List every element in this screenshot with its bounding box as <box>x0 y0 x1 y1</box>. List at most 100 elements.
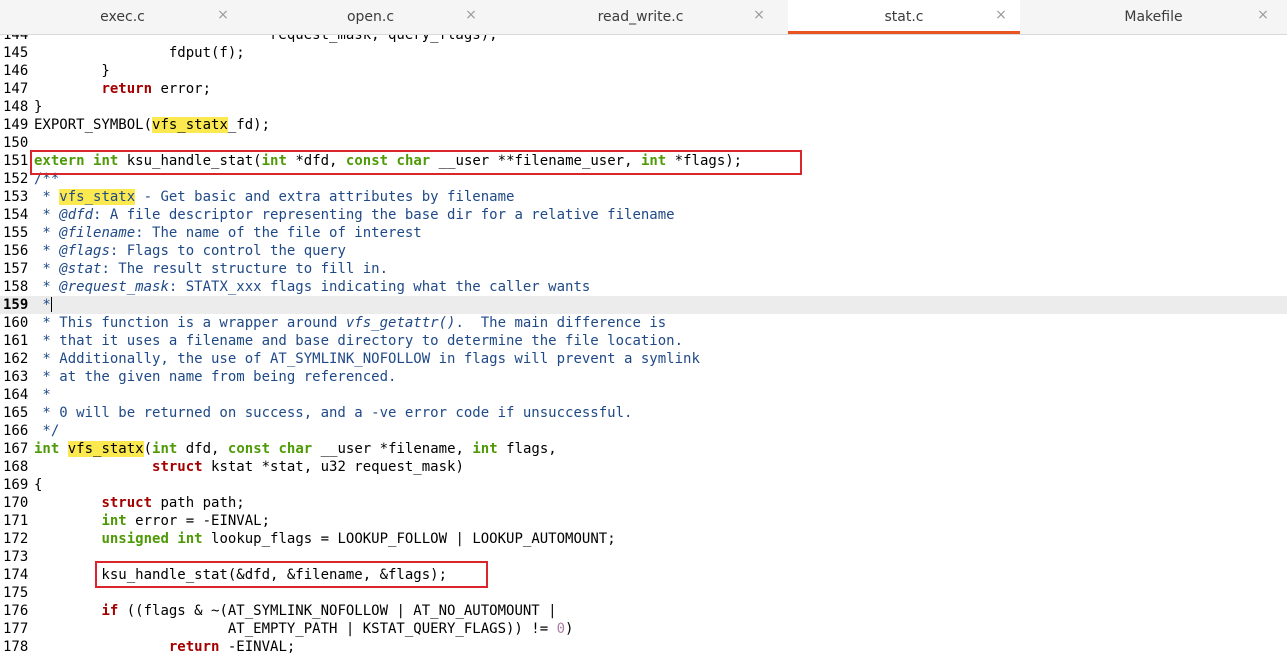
line-code: int error = -EINVAL; <box>34 512 270 530</box>
text-cursor <box>50 297 52 312</box>
code-token: @request_mask <box>59 279 169 295</box>
code-token: extern <box>34 153 85 169</box>
line-number: 163 <box>3 369 29 385</box>
code-line[interactable]: 162 * Additionally, the use of AT_SYMLIN… <box>0 350 1287 368</box>
code-line[interactable]: 145 fdput(f); <box>0 44 1287 62</box>
code-line[interactable]: 147 return error; <box>0 80 1287 98</box>
tab-exec-c[interactable]: exec.c × <box>0 0 245 34</box>
close-icon[interactable]: × <box>994 8 1008 22</box>
code-line[interactable]: 169 { <box>0 476 1287 494</box>
code-line[interactable]: 146 } <box>0 62 1287 80</box>
code-line[interactable]: 144 request_mask, query_flags); <box>0 35 1287 44</box>
code-line[interactable]: 164 * <box>0 386 1287 404</box>
code-line[interactable]: 152 /** <box>0 170 1287 188</box>
close-icon[interactable]: × <box>752 8 766 22</box>
tab-makefile[interactable]: Makefile × <box>1020 0 1287 34</box>
tab-label: stat.c <box>884 9 924 25</box>
line-number: 161 <box>3 333 29 349</box>
code-line[interactable]: 163 * at the given name from being refer… <box>0 368 1287 386</box>
code-line[interactable]: 161 * that it uses a filename and base d… <box>0 332 1287 350</box>
close-icon[interactable]: × <box>216 8 230 22</box>
code-line[interactable]: 174 ksu_handle_stat(&dfd, &filename, &fl… <box>0 566 1287 584</box>
code-line[interactable]: 172 unsigned int lookup_flags = LOOKUP_F… <box>0 530 1287 548</box>
code-line[interactable]: 170 struct path path; <box>0 494 1287 512</box>
code-line[interactable]: 171 int error = -EINVAL; <box>0 512 1287 530</box>
line-number: 146 <box>3 63 29 79</box>
code-token: path path; <box>152 495 245 511</box>
line-code: * vfs_statx - Get basic and extra attrib… <box>34 188 514 206</box>
tab-open-c[interactable]: open.c × <box>247 0 494 34</box>
line-number: 153 <box>3 189 29 205</box>
line-code: * <box>34 296 52 314</box>
code-line[interactable]: 167 int vfs_statx(int dfd, const char __u… <box>0 440 1287 458</box>
code-line[interactable]: 158 * @request_mask: STATX_xxx flags ind… <box>0 278 1287 296</box>
code-token: 0 <box>556 621 566 637</box>
code-token: request_mask, query_flags); <box>34 35 498 43</box>
line-number: 167 <box>3 441 29 457</box>
code-line[interactable]: 160 * This function is a wrapper around … <box>0 314 1287 332</box>
line-number: 175 <box>3 585 29 601</box>
close-icon[interactable]: × <box>464 8 478 22</box>
code-token: unsigned <box>101 531 169 547</box>
code-token: error = -EINVAL; <box>126 513 271 529</box>
code-line[interactable]: 178 return -EINVAL; <box>0 638 1287 656</box>
line-number: 173 <box>3 549 29 565</box>
code-token: if <box>101 603 119 619</box>
code-editor[interactable]: 144 request_mask, query_flags); 145 fdput… <box>0 35 1287 656</box>
close-icon[interactable]: × <box>1256 8 1270 22</box>
line-number: 178 <box>3 639 29 655</box>
tab-label: Makefile <box>1124 9 1183 25</box>
line-number: 164 <box>3 387 29 403</box>
code-token: : Flags to control the query <box>109 243 346 259</box>
code-token: fdput(f); <box>34 45 245 61</box>
tab-read-write-c[interactable]: read_write.c × <box>494 0 787 34</box>
line-code: * that it uses a filename and base direc… <box>34 332 683 350</box>
code-line[interactable]: 176 if ((flags & ~(AT_SYMLINK_NOFOLLOW |… <box>0 602 1287 620</box>
code-line[interactable]: 177 AT_EMPTY_PATH | KSTAT_QUERY_FLAGS)) … <box>0 620 1287 638</box>
code-token: * <box>34 387 51 403</box>
code-line[interactable]: 150 <box>0 134 1287 152</box>
line-code: return -EINVAL; <box>34 638 295 656</box>
code-token: : The name of the file of interest <box>135 225 422 241</box>
code-token: : STATX_xxx flags indicating what the ca… <box>168 279 591 295</box>
code-token: return <box>168 639 220 655</box>
code-line[interactable]: 173 <box>0 548 1287 566</box>
code-line[interactable]: 156 * @flags: Flags to control the query <box>0 242 1287 260</box>
code-token: int <box>101 513 127 529</box>
code-token: __user *filename, <box>312 441 473 457</box>
code-token: - Get basic and extra attributes by file… <box>135 189 515 205</box>
code-token: int <box>261 153 287 169</box>
code-line[interactable]: 154 * @dfd: A file descriptor representi… <box>0 206 1287 224</box>
code-line[interactable]: 151 extern int ksu_handle_stat(int *dfd, … <box>0 152 1287 170</box>
code-line[interactable]: 166 */ <box>0 422 1287 440</box>
code-line[interactable]: 149 EXPORT_SYMBOL(vfs_statx_fd); <box>0 116 1287 134</box>
code-token: * Additionally, the use of AT_SYMLINK_NO… <box>34 351 700 367</box>
code-line[interactable]: 168 struct kstat *stat, u32 request_mask… <box>0 458 1287 476</box>
tab-stat-c[interactable]: stat.c × <box>788 0 1020 34</box>
code-line[interactable]: 175 <box>0 584 1287 602</box>
code-line[interactable]: 157 * @stat: The result structure to fil… <box>0 260 1287 278</box>
code-token: int <box>640 153 667 169</box>
line-number: 152 <box>3 171 29 187</box>
code-line[interactable]: 153 * vfs_statx - Get basic and extra at… <box>0 188 1287 206</box>
code-token: const <box>227 441 271 457</box>
code-line[interactable]: 148} <box>0 98 1287 116</box>
code-token: *flags); <box>666 153 743 169</box>
code-token: : A file descriptor representing the bas… <box>93 207 675 223</box>
code-token: . The main difference is <box>455 315 667 331</box>
code-lines[interactable]: 144 request_mask, query_flags); 145 fdput… <box>0 35 1287 656</box>
line-number: 169 <box>3 477 29 493</box>
code-line[interactable]: 159 * <box>0 296 1287 314</box>
line-code: * @stat: The result structure to fill in… <box>34 260 388 278</box>
line-code: * at the given name from being reference… <box>34 368 396 386</box>
code-token: * that it uses a filename and base direc… <box>34 333 684 349</box>
code-line[interactable]: 165 * 0 will be returned on success, and… <box>0 404 1287 422</box>
code-line[interactable]: 155 * @filename: The name of the file of… <box>0 224 1287 242</box>
code-token: /** <box>34 171 60 187</box>
code-token: ( <box>143 441 153 457</box>
